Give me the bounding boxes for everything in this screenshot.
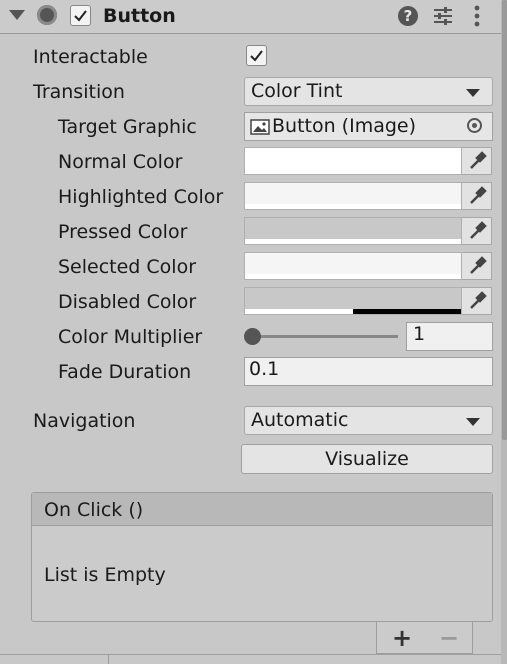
more-options-icon[interactable] — [470, 4, 484, 28]
eyedropper-icon — [470, 221, 487, 239]
highlighted-color-label: Highlighted Color — [58, 186, 224, 208]
target-graphic-value: Button (Image) — [272, 115, 417, 137]
fade-duration-label: Fade Duration — [58, 361, 192, 383]
normal-color-eyedropper[interactable] — [462, 147, 492, 175]
object-picker-icon[interactable] — [467, 118, 482, 133]
color-multiplier-value: 1 — [413, 323, 426, 345]
navigation-label: Navigation — [33, 410, 136, 432]
transition-label: Transition — [33, 81, 125, 103]
disabled-color-eyedropper[interactable] — [462, 287, 492, 315]
remove-event-button[interactable]: − — [439, 624, 459, 652]
on-click-title: On Click () — [44, 499, 144, 521]
interactable-label: Interactable — [33, 46, 148, 68]
color-multiplier-slider-track[interactable] — [252, 335, 398, 338]
selected-color-swatch[interactable] — [244, 252, 462, 280]
transition-dropdown[interactable]: Color Tint — [244, 77, 493, 106]
pressed-color-eyedropper[interactable] — [462, 217, 492, 245]
transition-value: Color Tint — [251, 80, 343, 102]
navigation-dropdown[interactable]: Automatic — [244, 406, 493, 435]
color-multiplier-input[interactable]: 1 — [406, 322, 493, 351]
color-multiplier-label: Color Multiplier — [58, 326, 203, 348]
disabled-color-label: Disabled Color — [58, 291, 197, 313]
add-event-button[interactable]: + — [392, 624, 412, 652]
navigation-value: Automatic — [251, 409, 349, 431]
component-icon — [37, 5, 57, 25]
normal-color-swatch[interactable] — [244, 147, 462, 175]
bottom-divider-tick — [108, 654, 109, 664]
selected-color-eyedropper[interactable] — [462, 252, 492, 280]
inspector-scrollbar-thumb[interactable] — [502, 0, 507, 440]
presets-icon[interactable] — [432, 5, 454, 27]
highlighted-color-swatch[interactable] — [244, 182, 462, 210]
image-icon — [250, 119, 270, 135]
pressed-color-swatch[interactable] — [244, 217, 462, 245]
bottom-divider — [0, 654, 501, 655]
eyedropper-icon — [470, 291, 487, 309]
disabled-color-swatch[interactable] — [244, 287, 462, 315]
visualize-button[interactable]: Visualize — [241, 444, 493, 474]
checkmark-icon — [250, 50, 263, 62]
fade-duration-value: 0.1 — [249, 358, 280, 380]
interactable-checkbox[interactable] — [246, 45, 267, 66]
dropdown-arrow-icon — [466, 89, 480, 97]
highlighted-color-eyedropper[interactable] — [462, 182, 492, 210]
help-icon[interactable]: ? — [398, 6, 418, 26]
eyedropper-icon — [470, 151, 487, 169]
fade-duration-input[interactable]: 0.1 — [244, 357, 493, 386]
normal-color-label: Normal Color — [58, 151, 183, 173]
checkmark-icon — [74, 10, 87, 22]
foldout-arrow-icon[interactable] — [9, 10, 25, 20]
component-title: Button — [103, 5, 176, 27]
dropdown-arrow-icon — [466, 418, 480, 426]
selected-color-label: Selected Color — [58, 256, 197, 278]
eyedropper-icon — [470, 186, 487, 204]
component-enabled-checkbox[interactable] — [70, 5, 91, 26]
pressed-color-label: Pressed Color — [58, 221, 188, 243]
color-multiplier-slider-thumb[interactable] — [244, 328, 261, 345]
list-empty-text: List is Empty — [44, 564, 166, 586]
target-graphic-field[interactable]: Button (Image) — [244, 112, 493, 141]
target-graphic-label: Target Graphic — [58, 116, 197, 138]
eyedropper-icon — [470, 256, 487, 274]
